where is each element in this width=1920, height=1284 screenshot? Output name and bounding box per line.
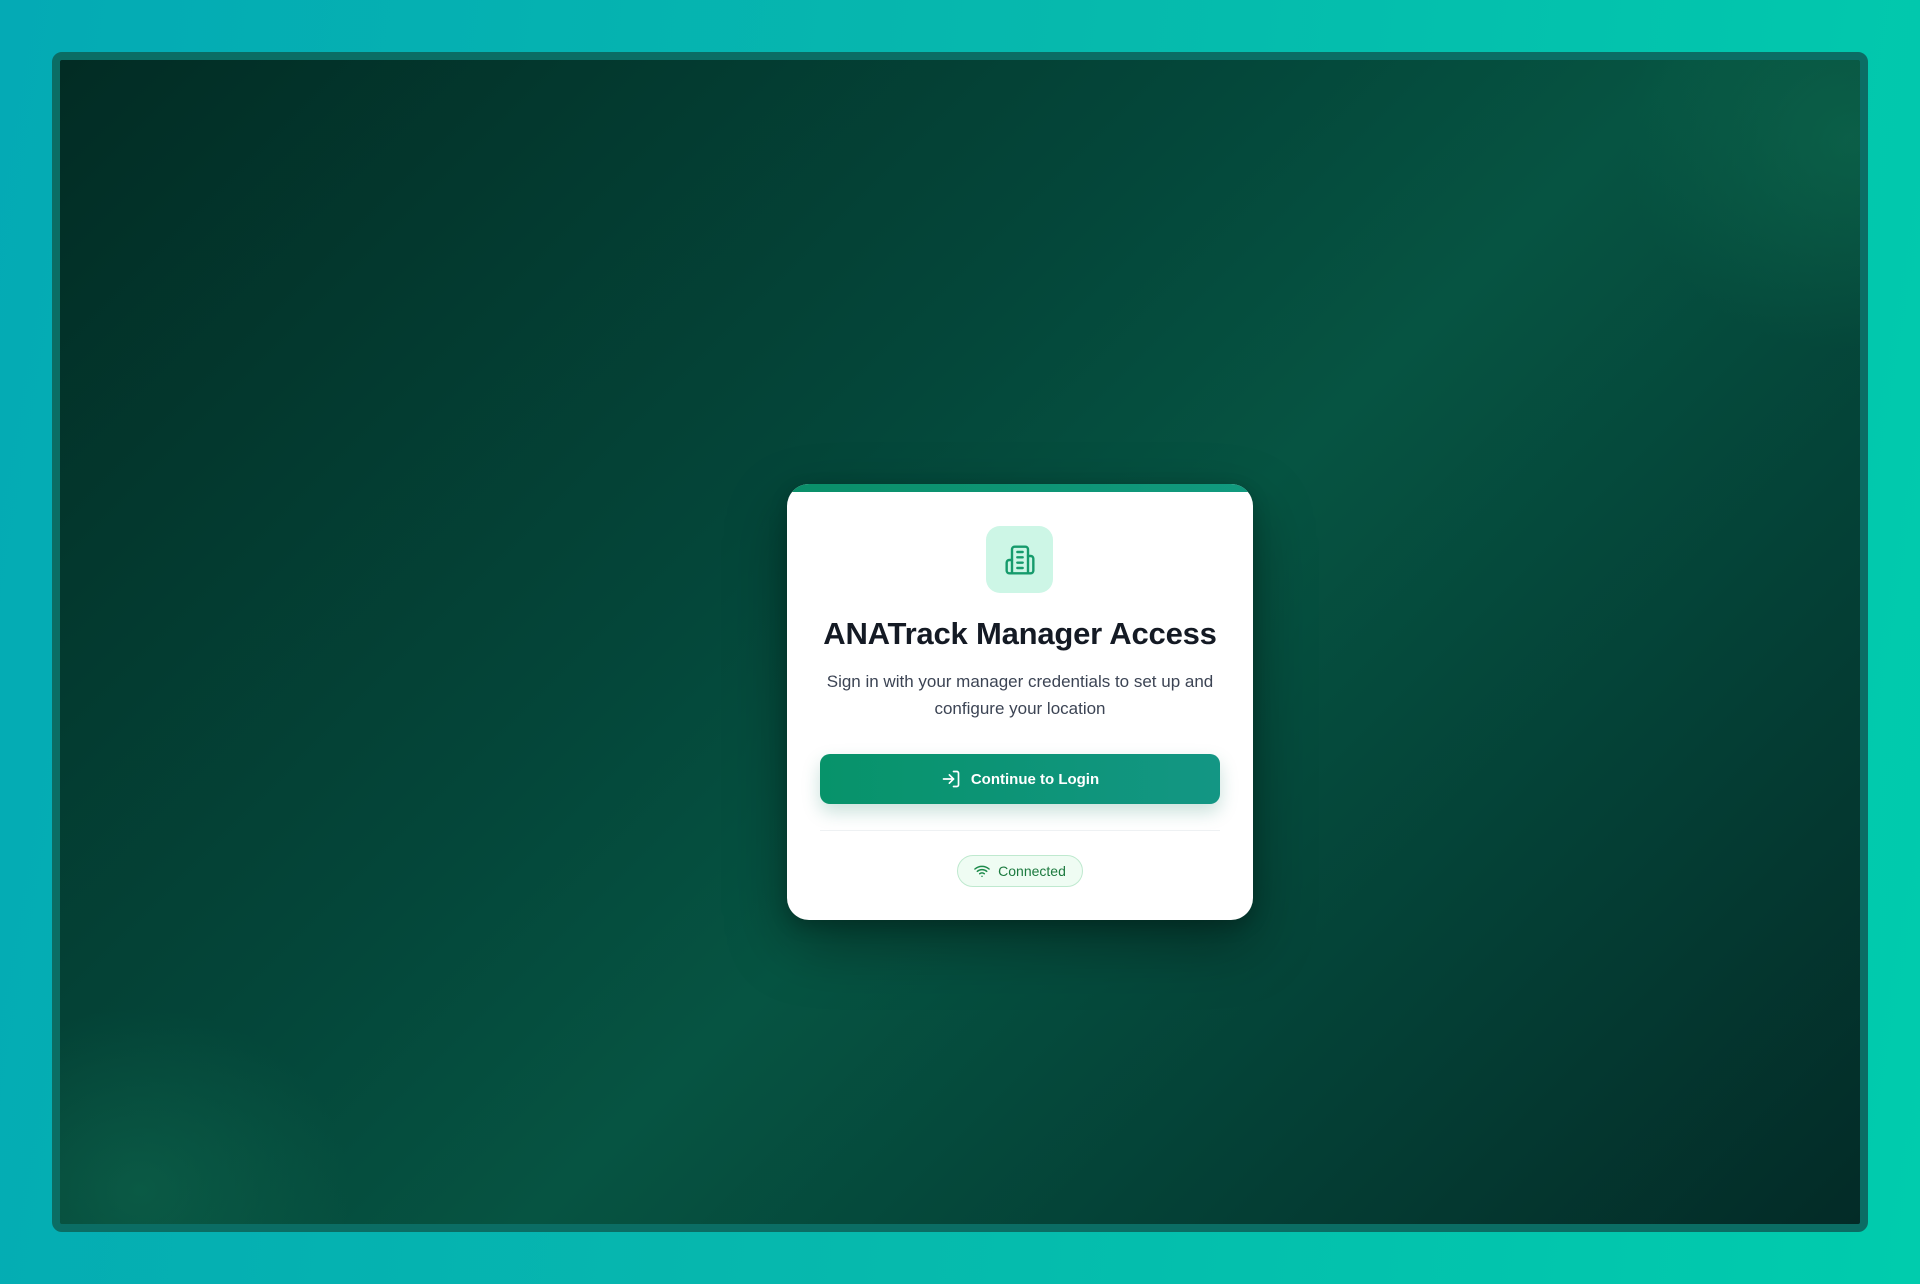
connection-status-badge: Connected — [957, 855, 1083, 887]
connection-status-label: Connected — [998, 863, 1066, 879]
page-title: ANATrack Manager Access — [823, 616, 1217, 651]
log-in-icon — [941, 769, 961, 789]
app-frame: ANATrack Manager Access Sign in with you… — [52, 52, 1868, 1232]
continue-to-login-label: Continue to Login — [970, 770, 1100, 788]
divider — [820, 830, 1220, 831]
building-icon — [1004, 544, 1036, 576]
page-subtitle: Sign in with your manager credentials to… — [826, 672, 1214, 718]
logo-badge — [986, 526, 1053, 593]
login-card: ANATrack Manager Access Sign in with you… — [787, 484, 1253, 920]
continue-to-login-button[interactable]: Continue to Login — [820, 754, 1220, 804]
card-accent-bar — [787, 484, 1253, 492]
wifi-icon — [974, 863, 990, 879]
